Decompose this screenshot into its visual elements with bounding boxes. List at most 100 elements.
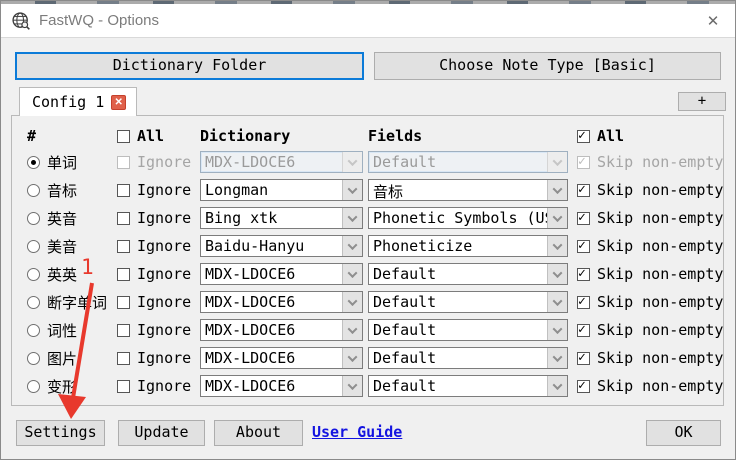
row-label: 英英: [47, 265, 78, 284]
radio-button[interactable]: [27, 351, 40, 365]
chevron-down-icon: [547, 376, 567, 396]
table-row-9: 变形 Ignore MDX-LDOCE6 Default Skip non-em…: [12, 372, 723, 400]
tab-config-1[interactable]: Config 1 ✕: [19, 87, 138, 116]
ignore-checkbox[interactable]: Ignore: [117, 209, 191, 227]
header-fields: Fields: [368, 127, 423, 145]
dictionary-select[interactable]: MDX-LDOCE6: [200, 291, 363, 313]
chevron-down-icon: [342, 292, 362, 312]
chevron-down-icon: [342, 208, 362, 228]
ok-button[interactable]: OK: [646, 420, 721, 446]
ignore-checkbox[interactable]: Ignore: [117, 321, 191, 339]
ignore-checkbox[interactable]: Ignore: [117, 349, 191, 367]
checkbox-icon: [117, 267, 130, 281]
user-guide-link[interactable]: User Guide: [312, 423, 402, 441]
choose-note-type-button[interactable]: Choose Note Type [Basic]: [374, 52, 721, 80]
row-label: 美音: [47, 237, 78, 256]
chevron-down-icon: [342, 320, 362, 340]
dictionary-select[interactable]: Longman: [200, 179, 363, 201]
update-button[interactable]: Update: [118, 420, 205, 446]
fields-select[interactable]: Phoneticize: [368, 235, 568, 257]
checkbox-icon: [117, 295, 130, 309]
skip-checkbox[interactable]: Skip non-empty: [577, 209, 723, 227]
skip-checkbox[interactable]: Skip non-empty: [577, 181, 723, 199]
chevron-down-icon: [342, 236, 362, 256]
tab-label: Config 1: [32, 93, 105, 111]
radio-button[interactable]: [27, 183, 40, 197]
checkbox-icon: [117, 183, 130, 197]
table-row-8: 图片 Ignore MDX-LDOCE6 Default Skip non-em…: [12, 344, 723, 372]
chevron-down-icon: [547, 292, 567, 312]
ignore-checkbox[interactable]: Ignore: [117, 237, 191, 255]
fields-select[interactable]: Default: [368, 263, 568, 285]
row-label: 单词: [47, 153, 78, 172]
skip-checkbox[interactable]: Skip non-empty: [577, 237, 723, 255]
row-label: 图片: [47, 349, 78, 368]
radio-button[interactable]: [27, 295, 40, 309]
skip-checkbox[interactable]: Skip non-empty: [577, 321, 723, 339]
dictionary-select[interactable]: MDX-LDOCE6: [200, 347, 363, 369]
row-label: 变形: [47, 377, 78, 396]
skip-checkbox[interactable]: Skip non-empty: [577, 293, 723, 311]
ignore-checkbox[interactable]: Ignore: [117, 293, 191, 311]
radio-button[interactable]: [27, 155, 40, 169]
dictionary-select[interactable]: MDX-LDOCE6: [200, 375, 363, 397]
skip-checkbox[interactable]: Skip non-empty: [577, 349, 723, 367]
table-row-4: 美音 Ignore Baidu-Hanyu Phoneticize Skip n…: [12, 232, 723, 260]
dictionary-select[interactable]: MDX-LDOCE6: [200, 151, 363, 173]
checkbox-icon: [577, 238, 590, 253]
row-label: 音标: [47, 181, 78, 200]
chevron-down-icon: [342, 264, 362, 284]
chevron-down-icon: [342, 348, 362, 368]
checkbox-icon: [117, 323, 130, 337]
checkbox-icon: [577, 154, 590, 169]
dictionary-select[interactable]: MDX-LDOCE6: [200, 263, 363, 285]
radio-button[interactable]: [27, 379, 40, 393]
table-row-6: 断字单词 Ignore MDX-LDOCE6 Default Skip non-…: [12, 288, 723, 316]
tab-close-icon[interactable]: ✕: [111, 94, 127, 110]
radio-button[interactable]: [27, 267, 40, 281]
skip-checkbox[interactable]: Skip non-empty: [577, 377, 723, 395]
checkbox-icon: [577, 378, 590, 393]
fields-select[interactable]: Default: [368, 151, 568, 173]
app-globe-icon: [11, 11, 31, 31]
all-skip-checkbox[interactable]: All: [577, 127, 624, 145]
ignore-checkbox[interactable]: Ignore: [117, 181, 191, 199]
radio-button[interactable]: [27, 239, 40, 253]
title-bar: FastWQ - Options ✕: [1, 4, 735, 38]
fields-select[interactable]: Default: [368, 375, 568, 397]
fields-select[interactable]: Phonetic Symbols (US): [368, 207, 568, 229]
row-label: 英音: [47, 209, 78, 228]
fields-select[interactable]: 音标: [368, 179, 568, 201]
fields-select[interactable]: Default: [368, 319, 568, 341]
dictionary-select[interactable]: MDX-LDOCE6: [200, 319, 363, 341]
ignore-checkbox[interactable]: Ignore: [117, 265, 191, 283]
radio-button[interactable]: [27, 323, 40, 337]
skip-checkbox[interactable]: Skip non-empty: [577, 265, 723, 283]
ignore-checkbox[interactable]: Ignore: [117, 153, 191, 171]
chevron-down-icon: [547, 180, 567, 200]
chevron-down-icon: [342, 152, 362, 172]
config-pane: # All Dictionary Fields All 单词: [11, 115, 724, 406]
fields-select[interactable]: Default: [368, 347, 568, 369]
options-dialog: FastWQ - Options ✕ Dictionary Folder Cho…: [0, 0, 736, 460]
chevron-down-icon: [547, 236, 567, 256]
settings-button[interactable]: Settings: [16, 420, 105, 446]
dictionary-folder-button[interactable]: Dictionary Folder: [15, 52, 364, 80]
checkbox-icon: [577, 182, 590, 197]
checkbox-icon: [577, 210, 590, 225]
skip-checkbox[interactable]: Skip non-empty: [577, 153, 723, 171]
add-config-button[interactable]: +: [678, 92, 726, 111]
about-button[interactable]: About: [214, 420, 303, 446]
all-ignore-checkbox[interactable]: All: [117, 127, 164, 145]
header-hash: #: [27, 127, 37, 145]
chevron-down-icon: [547, 208, 567, 228]
dictionary-select[interactable]: Bing xtk: [200, 207, 363, 229]
fields-select[interactable]: Default: [368, 291, 568, 313]
radio-button[interactable]: [27, 211, 40, 225]
dictionary-select[interactable]: Baidu-Hanyu: [200, 235, 363, 257]
table-body: 单词 Ignore MDX-LDOCE6 Default Skip non-em…: [12, 148, 723, 400]
close-icon[interactable]: ✕: [699, 8, 727, 34]
checkbox-icon: [117, 239, 130, 253]
ignore-checkbox[interactable]: Ignore: [117, 377, 191, 395]
window-title: FastWQ - Options: [39, 12, 160, 29]
